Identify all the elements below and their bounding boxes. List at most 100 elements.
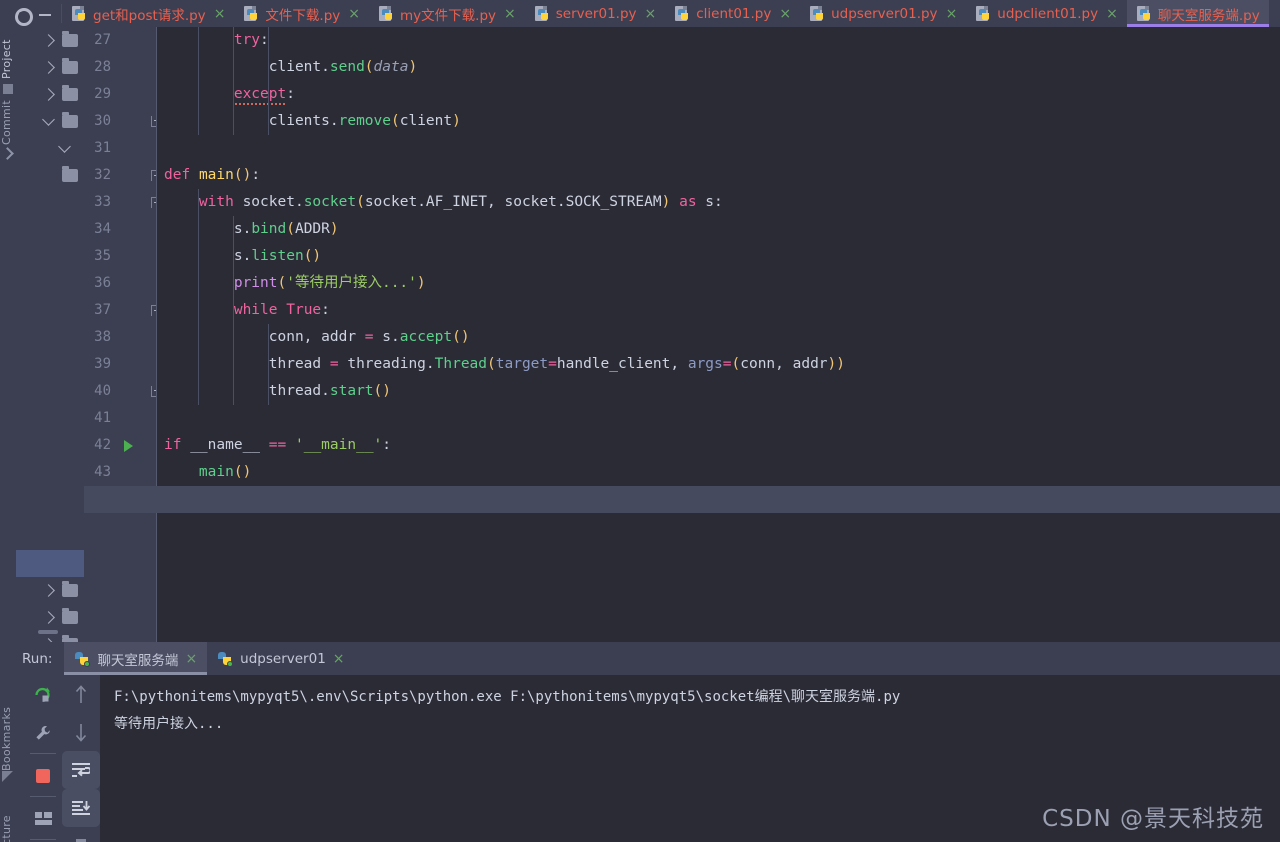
code-line[interactable]: s.listen() bbox=[157, 243, 1280, 270]
code-line[interactable]: client.send(data) bbox=[157, 54, 1280, 81]
python-file-icon bbox=[1136, 5, 1152, 22]
python-file-icon bbox=[675, 5, 690, 22]
scroll-up-button[interactable] bbox=[62, 675, 100, 713]
chevron-right-icon[interactable] bbox=[42, 584, 55, 597]
indent-guide bbox=[233, 27, 234, 135]
run-panel-title: Run: bbox=[22, 650, 53, 667]
run-panel-header: Run: 聊天室服务端 × udpserver01 × bbox=[16, 642, 1280, 675]
tree-row[interactable] bbox=[16, 577, 84, 604]
minimize-icon[interactable] bbox=[38, 7, 52, 21]
python-file-icon bbox=[244, 5, 259, 22]
line-number: 27 bbox=[94, 32, 111, 48]
line-number: 32 bbox=[94, 167, 111, 183]
line-number: 31 bbox=[94, 140, 111, 156]
close-icon[interactable]: × bbox=[643, 7, 657, 21]
gear-icon[interactable] bbox=[14, 7, 33, 26]
code-line[interactable]: if __name__ == '__main__': bbox=[157, 432, 1280, 459]
code-line[interactable]: thread = threading.Thread(target=handle_… bbox=[157, 351, 1280, 378]
scroll-to-end-button[interactable] bbox=[62, 789, 100, 827]
code-line[interactable]: main() bbox=[157, 459, 1280, 486]
chevron-right-icon[interactable] bbox=[42, 34, 55, 47]
code-line[interactable]: while True: bbox=[157, 297, 1280, 324]
indent-guide bbox=[233, 216, 234, 405]
close-icon[interactable]: × bbox=[777, 7, 791, 21]
rerun-button[interactable] bbox=[24, 675, 62, 713]
close-icon[interactable]: × bbox=[944, 7, 958, 21]
code-line[interactable]: s.bind(ADDR) bbox=[157, 216, 1280, 243]
tool-window-bookmarks[interactable]: Bookmarks bbox=[0, 699, 16, 771]
stop-icon bbox=[36, 769, 50, 783]
editor-tab-label: client01.py bbox=[696, 5, 772, 22]
editor-tab-8[interactable]: 聊天室服务端.py bbox=[1126, 0, 1269, 27]
code-line[interactable] bbox=[84, 486, 1280, 513]
code-editor[interactable]: 272829303132333435363738394041424344 try… bbox=[84, 27, 1280, 642]
tool-window-structure[interactable]: Structure bbox=[0, 809, 16, 842]
code-line[interactable]: try: bbox=[157, 27, 1280, 54]
editor-tab-3[interactable]: my文件下载.py × bbox=[369, 0, 525, 27]
stop-button[interactable] bbox=[24, 756, 62, 794]
soft-wrap-button[interactable] bbox=[62, 751, 100, 789]
tree-row[interactable] bbox=[16, 604, 84, 631]
line-number: 37 bbox=[94, 302, 111, 318]
chevron-down-icon[interactable] bbox=[58, 140, 71, 153]
tree-row-selected[interactable] bbox=[16, 550, 84, 577]
editor-tab-2[interactable]: 文件下载.py × bbox=[234, 0, 369, 27]
editor-tab-1[interactable]: get和post请求.py × bbox=[62, 0, 234, 27]
code-line[interactable]: with socket.socket(socket.AF_INET, socke… bbox=[157, 189, 1280, 216]
scroll-up-icon bbox=[75, 685, 87, 703]
close-icon[interactable]: × bbox=[1104, 7, 1118, 21]
line-number: 41 bbox=[94, 410, 111, 426]
close-icon[interactable]: × bbox=[185, 651, 197, 667]
close-icon[interactable]: × bbox=[502, 7, 516, 21]
editor-tab-6[interactable]: udpserver01.py × bbox=[800, 0, 966, 27]
chevron-down-icon[interactable] bbox=[42, 113, 55, 126]
editor-gutter[interactable]: 272829303132333435363738394041424344 bbox=[84, 27, 162, 642]
chevron-right-icon[interactable] bbox=[42, 611, 55, 624]
tool-window-project[interactable]: Project bbox=[0, 27, 16, 79]
indent-guide bbox=[268, 27, 269, 135]
run-tab-2[interactable]: udpserver01 × bbox=[207, 642, 354, 675]
print-button[interactable] bbox=[62, 827, 100, 842]
run-tab-label: 聊天室服务端 bbox=[97, 652, 179, 669]
chevron-right-icon[interactable] bbox=[42, 61, 55, 74]
line-number: 36 bbox=[94, 275, 111, 291]
editor-tab-label: 文件下载.py bbox=[265, 7, 341, 24]
editor-tab-5[interactable]: client01.py × bbox=[665, 0, 800, 27]
code-line[interactable]: clients.remove(client) bbox=[157, 108, 1280, 135]
python-run-icon bbox=[217, 651, 234, 667]
code-line[interactable] bbox=[157, 405, 1280, 432]
run-gutter-icon[interactable] bbox=[124, 440, 133, 452]
chevron-right-icon[interactable] bbox=[42, 88, 55, 101]
watermark: CSDN @景天科技苑 bbox=[1042, 806, 1264, 832]
wrench-icon bbox=[36, 725, 50, 740]
close-icon[interactable]: × bbox=[212, 7, 226, 21]
code-line[interactable]: except: bbox=[157, 81, 1280, 108]
code-line[interactable] bbox=[157, 135, 1280, 162]
close-icon[interactable]: × bbox=[333, 651, 345, 667]
code-text-area[interactable]: try: client.send(data) except: clients.r… bbox=[84, 27, 1280, 642]
scroll-down-icon bbox=[75, 724, 87, 742]
editor-tab-7[interactable]: udpclient01.py × bbox=[966, 0, 1127, 27]
modify-run-configuration-button[interactable] bbox=[24, 713, 62, 751]
code-line[interactable]: thread.start() bbox=[157, 378, 1280, 405]
scroll-down-button[interactable] bbox=[62, 713, 100, 751]
editor-tab-label: udpclient01.py bbox=[997, 5, 1099, 22]
tree-horizontal-scrollbar[interactable] bbox=[38, 630, 58, 634]
run-tab-1[interactable]: 聊天室服务端 × bbox=[64, 642, 208, 675]
run-toolbar bbox=[16, 675, 100, 842]
python-file-icon bbox=[379, 5, 394, 22]
close-icon[interactable]: × bbox=[346, 7, 360, 21]
console-line-1: F:\pythonitems\mypyqt5\.env\Scripts\pyth… bbox=[114, 689, 901, 705]
editor-tab-label: get和post请求.py bbox=[93, 7, 206, 24]
folder-icon bbox=[62, 608, 78, 624]
editor-tab-label: server01.py bbox=[555, 5, 637, 22]
line-number: 42 bbox=[94, 437, 111, 453]
tool-window-commit[interactable]: Commit bbox=[0, 91, 16, 145]
layout-settings-button[interactable] bbox=[24, 799, 62, 837]
code-line[interactable]: print('等待用户接入...') bbox=[157, 270, 1280, 297]
code-line[interactable]: conn, addr = s.accept() bbox=[157, 324, 1280, 351]
python-run-icon bbox=[74, 651, 91, 667]
folder-icon bbox=[62, 581, 78, 597]
code-line[interactable]: def main(): bbox=[157, 162, 1280, 189]
editor-tab-4[interactable]: server01.py × bbox=[525, 0, 666, 27]
